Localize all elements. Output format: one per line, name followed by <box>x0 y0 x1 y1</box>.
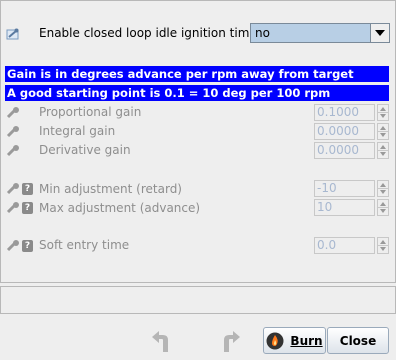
proportional-gain-input[interactable]: 0.1000 <box>314 104 375 121</box>
integral-gain-input[interactable]: 0.0000 <box>314 123 375 140</box>
wrench-icon <box>6 183 19 195</box>
settings-panel: Enable closed loop idle ignition timing … <box>0 0 396 283</box>
help-icon[interactable]: ? <box>22 183 33 195</box>
burn-button-label: Burn <box>290 333 323 348</box>
wrench-icon <box>6 107 19 119</box>
enable-select-value: no <box>255 26 270 40</box>
status-area <box>0 286 396 314</box>
enable-select[interactable]: no <box>250 23 390 43</box>
max-adjustment-label: Max adjustment (advance) <box>39 201 201 215</box>
soft-entry-time-input[interactable]: 0.0 <box>314 237 375 254</box>
min-adjustment-spinner[interactable] <box>377 180 389 197</box>
proportional-gain-label: Proportional gain <box>39 105 142 119</box>
enable-label: Enable closed loop idle ignition timing <box>39 26 268 40</box>
info-banner-gain: Gain is in degrees advance per rpm away … <box>5 66 389 82</box>
soft-entry-time-spinner[interactable] <box>377 237 389 254</box>
redo-icon[interactable] <box>216 328 242 354</box>
proportional-gain-spinner[interactable] <box>377 104 389 121</box>
wrench-icon <box>6 28 19 40</box>
close-button-label: Close <box>339 333 377 348</box>
derivative-gain-spinner[interactable] <box>377 142 389 159</box>
close-button[interactable]: Close <box>327 327 389 354</box>
flame-icon <box>266 332 284 349</box>
soft-entry-time-label: Soft entry time <box>39 238 130 252</box>
help-icon[interactable]: ? <box>22 202 33 214</box>
burn-button[interactable]: Burn <box>263 327 326 354</box>
min-adjustment-input[interactable]: -10 <box>314 180 375 197</box>
info-banner-starting-point: A good starting point is 0.1 = 10 deg pe… <box>5 85 389 101</box>
max-adjustment-spinner[interactable] <box>377 199 389 216</box>
max-adjustment-input[interactable]: 10 <box>314 199 375 216</box>
wrench-icon <box>6 145 19 157</box>
min-adjustment-label: Min adjustment (retard) <box>39 182 182 196</box>
wrench-icon <box>6 202 19 214</box>
derivative-gain-input[interactable]: 0.0000 <box>314 142 375 159</box>
chevron-down-icon[interactable] <box>370 24 389 42</box>
wrench-icon <box>6 240 19 252</box>
wrench-icon <box>6 126 19 138</box>
integral-gain-label: Integral gain <box>39 124 116 138</box>
integral-gain-spinner[interactable] <box>377 123 389 140</box>
undo-icon[interactable] <box>150 328 176 354</box>
derivative-gain-label: Derivative gain <box>39 143 131 157</box>
help-icon[interactable]: ? <box>22 240 33 252</box>
